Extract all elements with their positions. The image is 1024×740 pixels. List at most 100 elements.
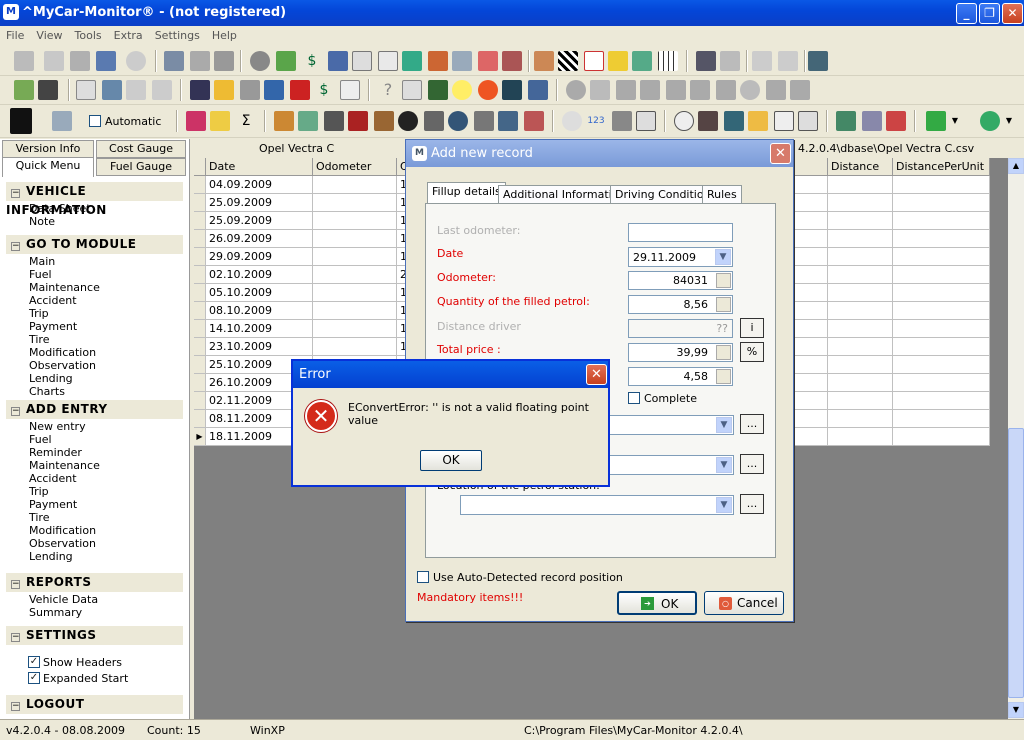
menu-item-data-sheet[interactable]: Data Sheet: [29, 202, 91, 215]
expanded-start-checkbox[interactable]: ✓: [28, 672, 40, 684]
more-button-1[interactable]: ...: [740, 414, 764, 434]
cell-blank[interactable]: [794, 338, 828, 356]
grid-icon[interactable]: [658, 51, 678, 71]
tool-icon[interactable]: [716, 80, 736, 100]
cell-blank[interactable]: [794, 194, 828, 212]
complete-checkbox[interactable]: [628, 392, 640, 404]
menu-item-tire[interactable]: Tire: [29, 333, 50, 346]
dollar-icon[interactable]: $: [302, 51, 322, 71]
ok-button[interactable]: ➔ OK: [617, 591, 697, 615]
tool-icon[interactable]: [340, 80, 360, 100]
tool-icon[interactable]: [980, 111, 1000, 131]
tool-icon[interactable]: [240, 80, 260, 100]
cell-odometer[interactable]: [313, 248, 397, 266]
automatic-checkbox[interactable]: [89, 115, 101, 127]
cell-blank[interactable]: [794, 176, 828, 194]
chevron-down-icon[interactable]: ▼: [716, 417, 732, 433]
tab-version-info[interactable]: Version Info: [2, 140, 94, 158]
section-reports[interactable]: − REPORTS: [6, 573, 183, 592]
menu-item-payment[interactable]: Payment: [29, 320, 77, 333]
tool-icon[interactable]: [38, 80, 58, 100]
tool-icon[interactable]: [808, 51, 828, 71]
tool-icon[interactable]: [524, 111, 544, 131]
tool-icon[interactable]: [640, 80, 660, 100]
sum-icon[interactable]: Σ: [236, 111, 256, 131]
menu-item-fuel[interactable]: Fuel: [29, 268, 52, 281]
cell-odometer[interactable]: [313, 230, 397, 248]
tool-icon[interactable]: [348, 111, 368, 131]
menu-item-add-accident[interactable]: Accident: [29, 472, 77, 485]
cell-odometer[interactable]: [313, 212, 397, 230]
section-logout[interactable]: − LOGOUT: [6, 695, 183, 714]
tool-icon[interactable]: [264, 80, 284, 100]
menu-item-add-modification[interactable]: Modification: [29, 524, 96, 537]
menu-extra[interactable]: Extra: [108, 26, 149, 45]
cell-distance-per-unit[interactable]: [893, 410, 990, 428]
collapse-icon[interactable]: −: [11, 580, 20, 589]
cancel-button[interactable]: ○ Cancel: [704, 591, 784, 615]
cell-blank[interactable]: [794, 302, 828, 320]
cell-distance[interactable]: [828, 356, 893, 374]
chart-icon[interactable]: [102, 80, 122, 100]
open-icon[interactable]: [14, 51, 34, 71]
cell-date[interactable]: 14.10.2009: [206, 320, 313, 338]
cell-blank[interactable]: [794, 266, 828, 284]
menu-item-note[interactable]: Note: [29, 215, 55, 228]
cell-distance-per-unit[interactable]: [893, 392, 990, 410]
menu-settings[interactable]: Settings: [149, 26, 206, 45]
minimize-button[interactable]: _: [956, 3, 977, 24]
menu-item-maintenance[interactable]: Maintenance: [29, 281, 100, 294]
calendar-icon[interactable]: [584, 51, 604, 71]
gear-icon[interactable]: [250, 51, 270, 71]
cell-distance-per-unit[interactable]: [893, 266, 990, 284]
tab-fuel-gauge[interactable]: Fuel Gauge: [96, 158, 186, 176]
tool-icon[interactable]: [502, 51, 522, 71]
cell-date[interactable]: 26.09.2009: [206, 230, 313, 248]
tool-icon[interactable]: [608, 51, 628, 71]
scroll-down-icon[interactable]: ▼: [1008, 702, 1024, 718]
unit-price-field[interactable]: 4,58: [628, 367, 733, 386]
menu-item-observation[interactable]: Observation: [29, 359, 96, 372]
cell-distance[interactable]: [828, 302, 893, 320]
chart-icon[interactable]: [478, 51, 498, 71]
menu-item-lending[interactable]: Lending: [29, 372, 73, 385]
calculator-icon[interactable]: [716, 369, 731, 384]
tool-icon[interactable]: [566, 80, 586, 100]
cell-blank[interactable]: [794, 284, 828, 302]
tool-icon[interactable]: [126, 80, 146, 100]
tool-icon[interactable]: [428, 51, 448, 71]
menu-item-add-reminder[interactable]: Reminder: [29, 446, 82, 459]
menu-item-accident[interactable]: Accident: [29, 294, 77, 307]
tool-icon[interactable]: [862, 111, 882, 131]
date-picker[interactable]: 29.11.2009 ▼: [628, 247, 733, 267]
auto-detect-checkbox[interactable]: [417, 571, 429, 583]
tool-icon[interactable]: [752, 51, 772, 71]
check-icon[interactable]: [926, 111, 946, 131]
tool-icon[interactable]: [790, 80, 810, 100]
cell-distance[interactable]: [828, 248, 893, 266]
error-ok-button[interactable]: OK: [420, 450, 482, 471]
cell-distance[interactable]: [828, 194, 893, 212]
tool-icon[interactable]: [766, 80, 786, 100]
total-price-field[interactable]: 39,99: [628, 343, 733, 362]
tab-driving-condition[interactable]: Driving Condition: [610, 185, 716, 204]
tire-icon[interactable]: [398, 111, 418, 131]
percent-button[interactable]: %: [740, 342, 764, 362]
cell-distance-per-unit[interactable]: [893, 356, 990, 374]
cell-odometer[interactable]: [313, 284, 397, 302]
tab-rules[interactable]: Rules: [702, 185, 742, 204]
restore-button[interactable]: ❐: [979, 3, 1000, 24]
cell-date[interactable]: 08.10.2009: [206, 302, 313, 320]
distance-field[interactable]: ??: [628, 319, 733, 338]
close-button[interactable]: ✕: [1002, 3, 1023, 24]
counter-icon[interactable]: 123: [586, 111, 606, 131]
help-icon[interactable]: ?: [378, 80, 398, 100]
cancel-icon[interactable]: [126, 51, 146, 71]
cell-blank[interactable]: [794, 410, 828, 428]
tool-icon[interactable]: [152, 80, 172, 100]
menu-item-add-trip[interactable]: Trip: [29, 485, 49, 498]
show-headers-checkbox[interactable]: ✓: [28, 656, 40, 668]
tool-icon[interactable]: [70, 51, 90, 71]
chevron-down-icon[interactable]: ▼: [716, 457, 732, 473]
dropdown-arrow-icon[interactable]: ▼: [950, 111, 960, 131]
